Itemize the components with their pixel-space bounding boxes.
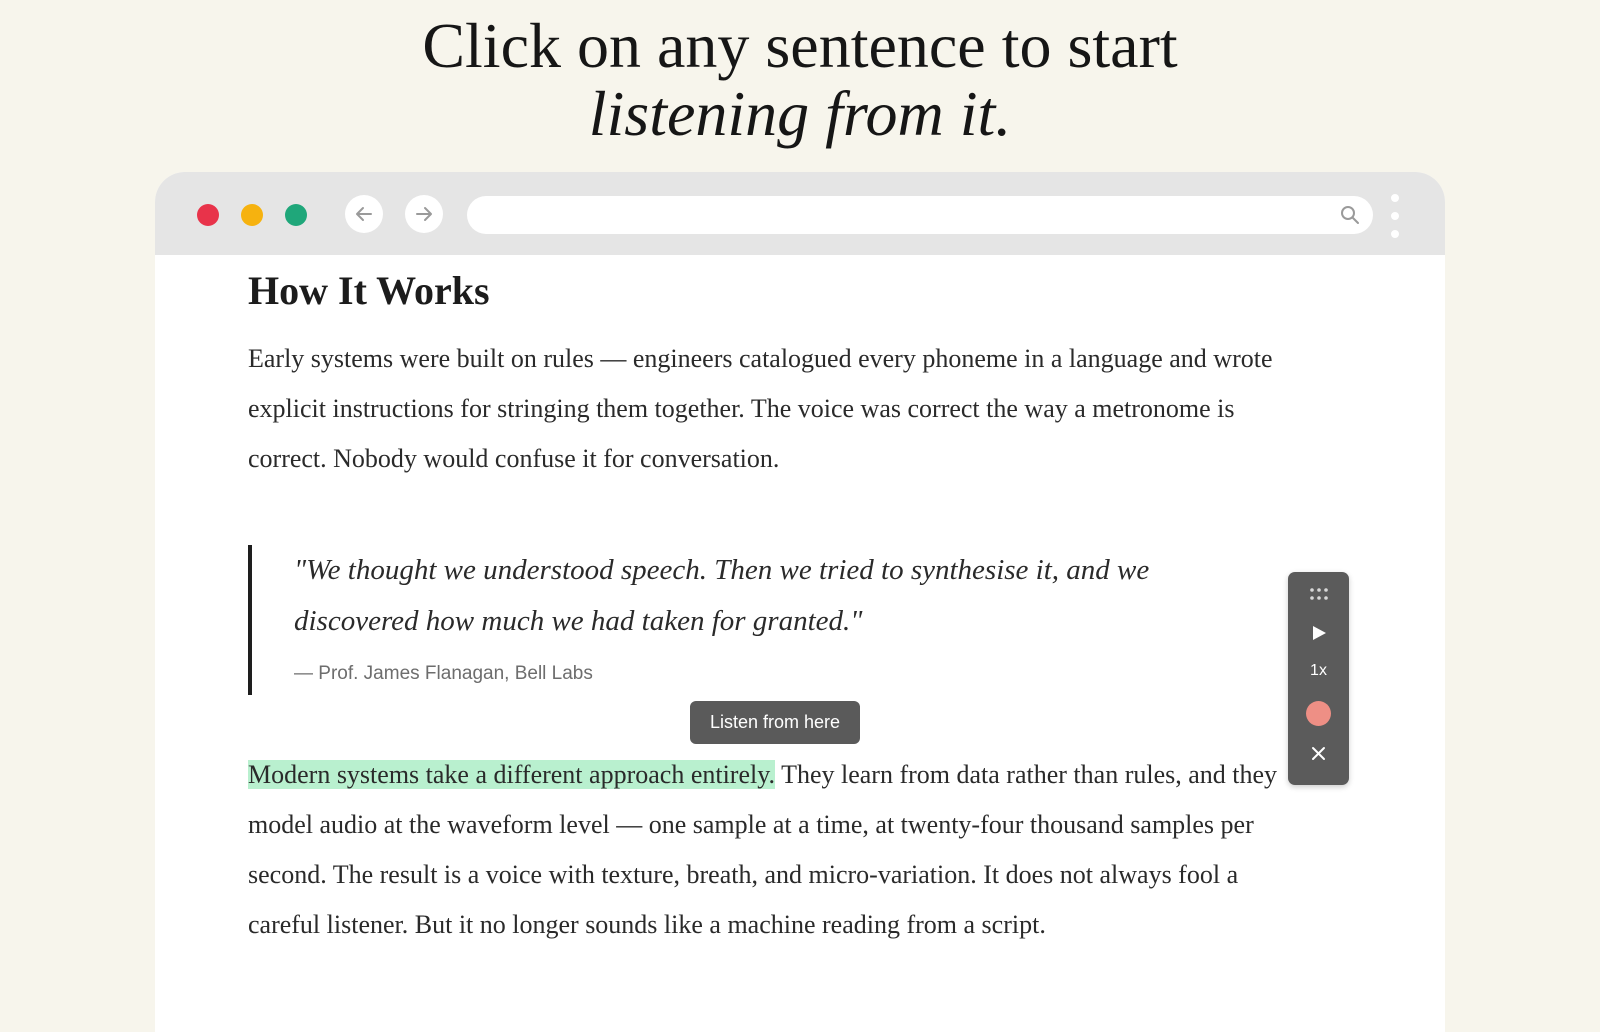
record-icon[interactable]: [1306, 701, 1331, 726]
close-window-dot[interactable]: [197, 204, 219, 226]
play-icon[interactable]: [1310, 624, 1328, 642]
browser-window: How It Works Early systems were built on…: [155, 172, 1445, 1032]
arrow-left-icon: [356, 207, 372, 221]
search-icon[interactable]: [1339, 204, 1361, 226]
kebab-dot: [1391, 194, 1399, 202]
listen-from-here-tooltip[interactable]: Listen from here: [690, 701, 860, 744]
page-headline: Click on any sentence to start listening…: [0, 12, 1600, 148]
kebab-menu-icon[interactable]: [1389, 194, 1401, 238]
paragraph-2[interactable]: Modern systems take a different approach…: [248, 750, 1278, 950]
forward-button[interactable]: [405, 195, 443, 233]
minimize-window-dot[interactable]: [241, 204, 263, 226]
back-button[interactable]: [345, 195, 383, 233]
article-heading: How It Works: [248, 268, 490, 313]
close-icon[interactable]: [1311, 746, 1326, 761]
address-bar[interactable]: [467, 196, 1373, 234]
blockquote: "We thought we understood speech. Then w…: [248, 545, 1252, 695]
maximize-window-dot[interactable]: [285, 204, 307, 226]
browser-toolbar: [155, 172, 1445, 255]
headline-line-1: Click on any sentence to start: [422, 10, 1178, 81]
drag-grip-icon[interactable]: [1309, 587, 1329, 601]
quote-text[interactable]: "We thought we understood speech. Then w…: [294, 545, 1254, 647]
kebab-dot: [1391, 212, 1399, 220]
quote-citation: — Prof. James Flanagan, Bell Labs: [294, 663, 593, 684]
kebab-dot: [1391, 230, 1399, 238]
paragraph-1[interactable]: Early systems were built on rules — engi…: [248, 334, 1278, 484]
playback-speed-button[interactable]: 1x: [1288, 662, 1349, 680]
arrow-right-icon: [416, 207, 432, 221]
audio-player-panel: 1x: [1288, 572, 1349, 785]
headline-line-2: listening from it.: [588, 78, 1012, 149]
highlighted-sentence[interactable]: Modern systems take a different approach…: [248, 760, 776, 789]
